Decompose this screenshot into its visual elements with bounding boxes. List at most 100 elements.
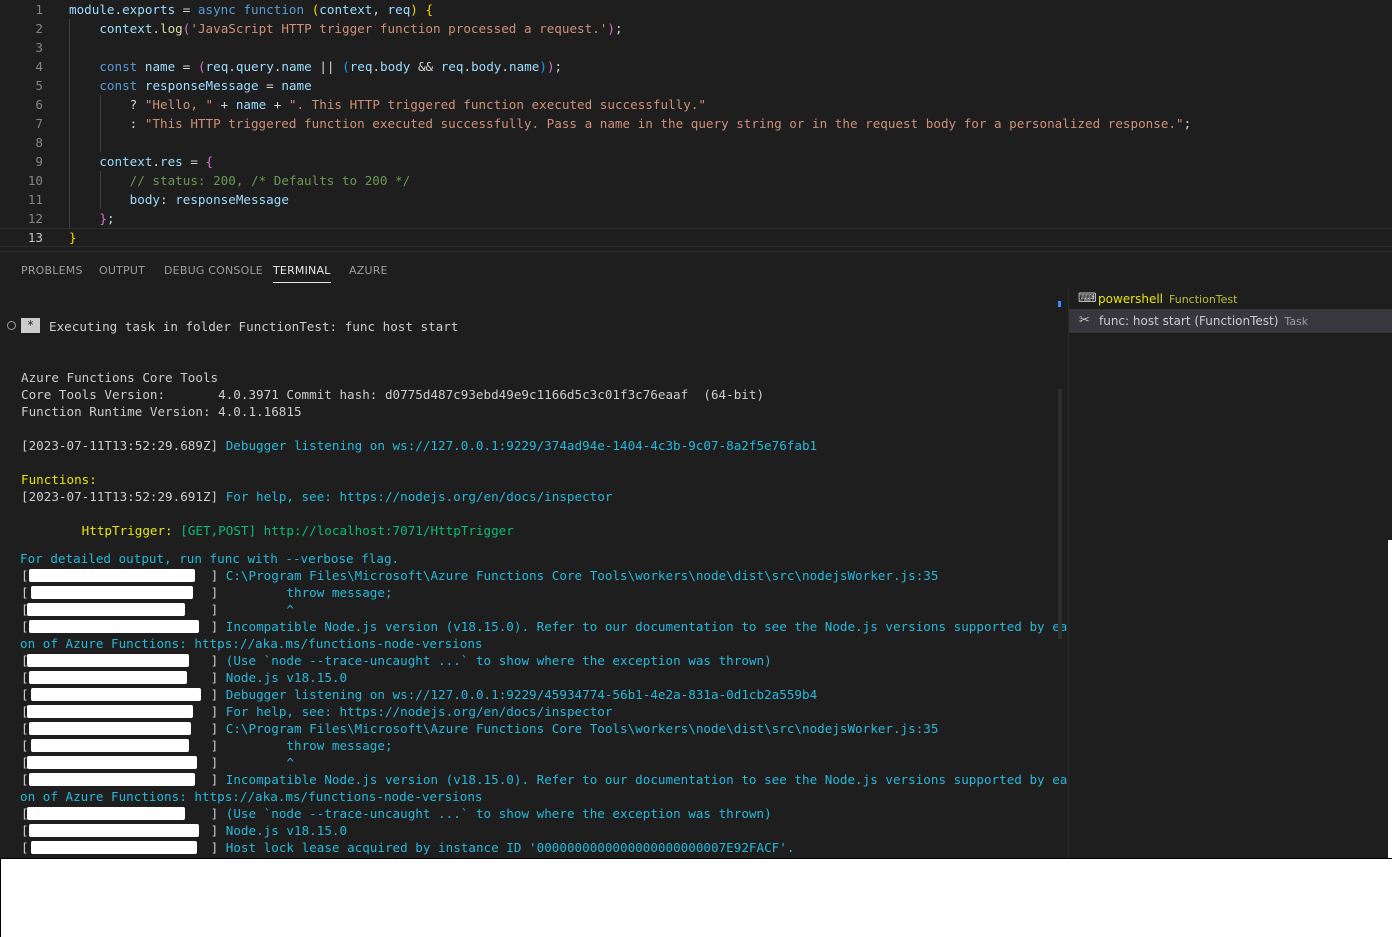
code-token: context (99, 21, 153, 36)
bracket: ] (210, 619, 226, 634)
redaction-mark (29, 722, 191, 735)
bracket: ] (210, 653, 226, 668)
code-token: ) (539, 59, 547, 74)
code-line[interactable]: 3 (0, 38, 1392, 57)
code-token: = (175, 59, 198, 74)
code-token: ) (546, 59, 555, 74)
bracket: ] (210, 568, 226, 583)
code-text: const responseMessage = name (69, 76, 311, 95)
code-line[interactable]: 9 context.res = { (0, 152, 1392, 171)
code-text: context.res = { (69, 152, 213, 171)
redaction-mark (31, 841, 197, 854)
code-token: . (372, 59, 381, 74)
tab-azure[interactable]: AZURE (349, 264, 388, 277)
terminal-name: powershell (1098, 292, 1163, 306)
code-token: req (349, 59, 373, 74)
log-text: For help, see: https://nodejs.org/en/doc… (225, 704, 613, 719)
code-token: ; (554, 59, 563, 74)
code-token: . (114, 2, 123, 17)
log-text: Node.js v18.15.0 (225, 670, 348, 685)
bracket: ] (210, 755, 226, 770)
log-text: throw message; (225, 738, 393, 753)
bracket: [ (21, 568, 29, 583)
tools-icon: ✂ (1079, 313, 1090, 328)
code-token: ( (342, 59, 350, 74)
code-line[interactable]: 10 // status: 200, /* Defaults to 200 */ (0, 171, 1392, 190)
redaction-mark (31, 688, 201, 701)
line-number: 5 (35, 78, 43, 93)
terminal-output[interactable]: * Executing task in folder FunctionTest: … (0, 288, 1068, 859)
code-token: || (311, 59, 343, 74)
code-token: req (205, 59, 229, 74)
code-line[interactable]: 7 : "This HTTP triggered function execut… (0, 114, 1392, 133)
code-line[interactable]: 11 body: responseMessage (0, 190, 1392, 209)
redaction-mark (29, 569, 195, 582)
line-number: 12 (27, 211, 43, 226)
bracket: [ (21, 738, 29, 753)
function-url[interactable]: [GET,POST] http://localhost:7071/HttpTri… (173, 523, 514, 538)
code-token: query (235, 59, 274, 74)
code-token: async (197, 2, 236, 17)
code-line[interactable]: 6 ? "Hello, " + name + ". This HTTP trig… (0, 95, 1392, 114)
code-token: + (213, 97, 236, 112)
log-text: C:\Program Files\Microsoft\Azure Functio… (225, 568, 939, 583)
log-text: (Use `node --trace-uncaught ...` to show… (225, 806, 772, 821)
code-token: = (258, 78, 282, 93)
code-token: && (410, 59, 441, 74)
code-token: body (129, 192, 161, 207)
code-token: . (501, 59, 509, 74)
terminal-line: Core Tools Version: 4.0.3971 Commit hash… (21, 387, 765, 402)
terminal-list-item[interactable]: ✂ func: host start (FunctionTest) Task (1069, 309, 1392, 333)
code-token: responseMessage (175, 192, 289, 207)
code-token: ". This HTTP triggered function executed… (288, 97, 706, 112)
code-line[interactable]: 2 context.log('JavaScript HTTP trigger f… (0, 19, 1392, 38)
tab-terminal[interactable]: TERMINAL (273, 264, 331, 283)
redaction-mark (27, 654, 189, 667)
indent-guide (69, 19, 70, 228)
code-token: , (372, 2, 388, 17)
task-line: Executing task in folder FunctionTest: f… (49, 319, 459, 334)
code-editor[interactable]: 1 module.exports = async function (contex… (0, 0, 1392, 251)
code-line[interactable]: 12 }; (0, 209, 1392, 228)
code-line[interactable]: 5 const responseMessage = name (0, 76, 1392, 95)
log-text: Incompatible Node.js version (v18.15.0).… (225, 619, 1068, 634)
log-text: Host lock lease acquired by instance ID … (225, 840, 795, 855)
tab-problems[interactable]: PROBLEMS (21, 264, 83, 277)
code-token: name (509, 59, 540, 74)
code-token: . (152, 154, 161, 169)
code-token: : (69, 116, 145, 131)
bracket: ] (210, 738, 226, 753)
code-token: ) (410, 2, 418, 17)
bracket: ] (210, 772, 226, 787)
code-line[interactable]: 8 (0, 133, 1392, 152)
code-text: module.exports = async function (context… (69, 0, 433, 19)
code-line[interactable]: 4 const name = (req.query.name || (req.b… (0, 57, 1392, 76)
bracket: [ (21, 721, 29, 736)
code-token: 'JavaScript HTTP trigger function proces… (190, 21, 608, 36)
code-token: body (471, 59, 502, 74)
terminal-scrollbar[interactable] (1058, 389, 1062, 639)
bracket: ] (210, 687, 226, 702)
log-text: Debugger listening on ws://127.0.0.1:922… (225, 687, 818, 702)
code-line[interactable]: 13} (0, 228, 1392, 247)
code-line[interactable]: 1 module.exports = async function (contex… (0, 0, 1392, 19)
terminal-line: on of Azure Functions: https://aka.ms/fu… (20, 636, 483, 651)
code-token: log (160, 21, 183, 36)
code-token: context (99, 154, 153, 169)
code-token: } (69, 230, 77, 245)
terminal-line: Function Runtime Version: 4.0.1.16815 (21, 404, 302, 419)
tab-output[interactable]: OUTPUT (99, 264, 145, 277)
code-token: function (243, 2, 305, 17)
timestamp: [2023-07-11T13:52:29.689Z] (21, 438, 226, 453)
redaction-mark (29, 671, 187, 684)
tab-debug-console[interactable]: DEBUG CONSOLE (164, 264, 263, 277)
code-token: . (463, 59, 472, 74)
bracket: [ (21, 585, 29, 600)
redaction-mark (31, 739, 189, 752)
code-token: name (281, 59, 312, 74)
code-token: context (319, 2, 373, 17)
terminal-list-item[interactable]: ⌨ powershell FunctionTest (1069, 288, 1392, 310)
code-token: res (160, 154, 183, 169)
